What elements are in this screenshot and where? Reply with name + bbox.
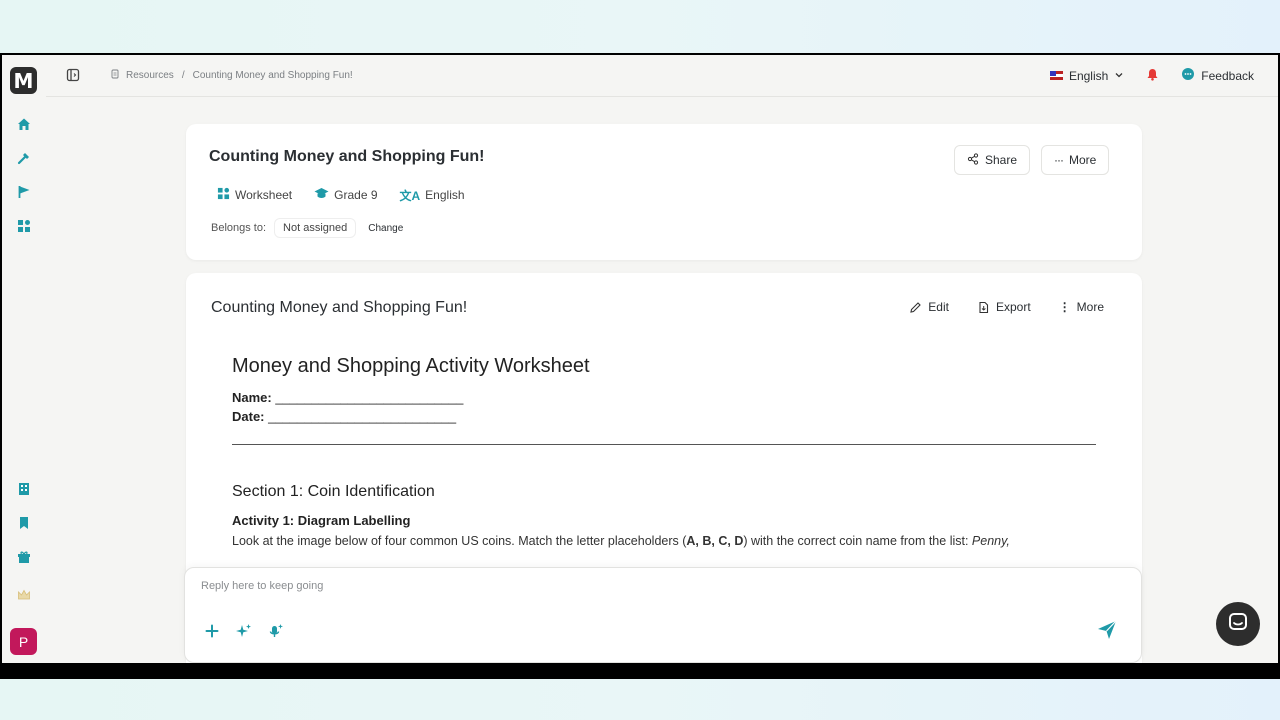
name-line: Name: __________________________ — [232, 390, 1096, 405]
flag-icon[interactable] — [15, 183, 33, 201]
resource-tags: Worksheet Grade 9 文A English — [211, 185, 471, 205]
resources-icon[interactable] — [15, 217, 33, 235]
breadcrumb-current: Counting Money and Shopping Fun! — [192, 70, 353, 81]
support-chat-icon — [1228, 612, 1248, 637]
language-tag: 文A English — [394, 185, 471, 205]
translate-icon: 文A — [399, 188, 421, 203]
resource-header-card: Counting Money and Shopping Fun! Share ·… — [186, 124, 1142, 260]
notification-bell-icon[interactable] — [1146, 68, 1159, 84]
share-label: Share — [985, 153, 1018, 167]
breadcrumb-resources[interactable]: Resources — [126, 70, 174, 81]
top-bar: Resources / Counting Money and Shopping … — [46, 55, 1278, 97]
pencil-icon — [910, 301, 922, 313]
sparkles-icon[interactable] — [235, 622, 253, 640]
gift-icon[interactable] — [15, 548, 33, 566]
type-tag: Worksheet — [211, 185, 298, 205]
worksheet-icon — [217, 187, 230, 203]
feedback-label: Feedback — [1201, 68, 1254, 83]
sidebar: M P — [2, 55, 46, 663]
export-label: Export — [995, 300, 1031, 314]
support-chat-button[interactable] — [1216, 602, 1260, 646]
plus-icon[interactable] — [203, 622, 221, 640]
content-more-label: More — [1076, 300, 1104, 314]
resource-title: Counting Money and Shopping Fun! — [209, 148, 485, 165]
magic-wand-icon[interactable] — [15, 149, 33, 167]
para-letters: A, B, C, D — [686, 534, 744, 548]
date-label: Date: — [232, 409, 265, 424]
activity-instructions: Look at the image below of four common U… — [232, 534, 1096, 548]
us-flag-icon — [1049, 71, 1063, 80]
edit-button[interactable]: Edit — [909, 300, 949, 314]
belongs-label: Belongs to: — [211, 222, 267, 234]
share-button[interactable]: Share — [954, 145, 1031, 175]
para-start: Look at the image below of four common U… — [232, 534, 687, 548]
language-selector[interactable]: English — [1049, 68, 1124, 83]
name-label: Name: — [232, 390, 272, 405]
more-horizontal-icon: ··· — [1054, 153, 1064, 167]
home-icon[interactable] — [15, 115, 33, 133]
content-actions: Edit Export ⋮ More — [909, 300, 1104, 314]
reply-input[interactable] — [201, 580, 1081, 592]
breadcrumb-separator: / — [181, 70, 185, 81]
app-window: M P Resources / Counting Money and Shopp… — [2, 55, 1278, 663]
sidebar-toggle-icon[interactable] — [66, 68, 82, 84]
section-heading: Section 1: Coin Identification — [232, 483, 435, 500]
bookmark-icon[interactable] — [15, 514, 33, 532]
document-icon — [110, 69, 120, 82]
grade-tag-label: Grade 9 — [334, 188, 378, 202]
chat-icon — [1181, 67, 1195, 84]
para-mid: ) with the correct coin name from the li… — [743, 534, 972, 548]
feedback-button[interactable]: Feedback — [1181, 67, 1254, 84]
worksheet-heading: Money and Shopping Activity Worksheet — [232, 355, 590, 377]
app-logo[interactable]: M — [10, 67, 37, 94]
reply-composer — [184, 567, 1142, 663]
share-icon — [967, 152, 979, 168]
breadcrumb: Resources / Counting Money and Shopping … — [110, 69, 353, 82]
type-tag-label: Worksheet — [235, 188, 293, 202]
composer-tools — [203, 622, 285, 640]
voice-icon[interactable] — [267, 622, 285, 640]
divider — [232, 444, 1096, 445]
more-label: More — [1069, 153, 1097, 167]
edit-label: Edit — [928, 300, 949, 314]
date-blank: __________________________ — [264, 409, 457, 424]
export-button[interactable]: Export — [977, 300, 1031, 314]
content-title: Counting Money and Shopping Fun! — [211, 299, 468, 316]
chevron-down-icon — [1114, 69, 1124, 83]
change-button[interactable]: Change — [368, 223, 403, 234]
belongs-to-row: Belongs to: Not assigned Change — [211, 218, 403, 238]
grade-tag: Grade 9 — [308, 185, 383, 205]
top-right-actions: English Feedback — [1049, 67, 1254, 84]
language-label: English — [1068, 68, 1109, 83]
crown-icon[interactable] — [15, 586, 33, 604]
assignment-status: Not assigned — [274, 218, 357, 238]
building-icon[interactable] — [15, 480, 33, 498]
export-icon — [979, 301, 989, 313]
language-tag-label: English — [425, 188, 465, 202]
content-more-button[interactable]: ⋮ More — [1059, 300, 1104, 314]
para-italic: Penny, — [971, 534, 1010, 548]
user-avatar[interactable]: P — [10, 628, 37, 655]
name-blank: __________________________ — [271, 390, 464, 405]
graduation-cap-icon — [314, 187, 329, 203]
activity-heading: Activity 1: Diagram Labelling — [232, 513, 411, 528]
more-vertical-icon: ⋮ — [1058, 300, 1071, 314]
more-button[interactable]: ··· More — [1041, 145, 1110, 175]
worksheet-document: Money and Shopping Activity Worksheet Na… — [232, 355, 1096, 548]
send-icon[interactable] — [1097, 620, 1119, 642]
screen-frame: M P Resources / Counting Money and Shopp… — [0, 53, 1280, 679]
date-line: Date: __________________________ — [232, 409, 1096, 424]
